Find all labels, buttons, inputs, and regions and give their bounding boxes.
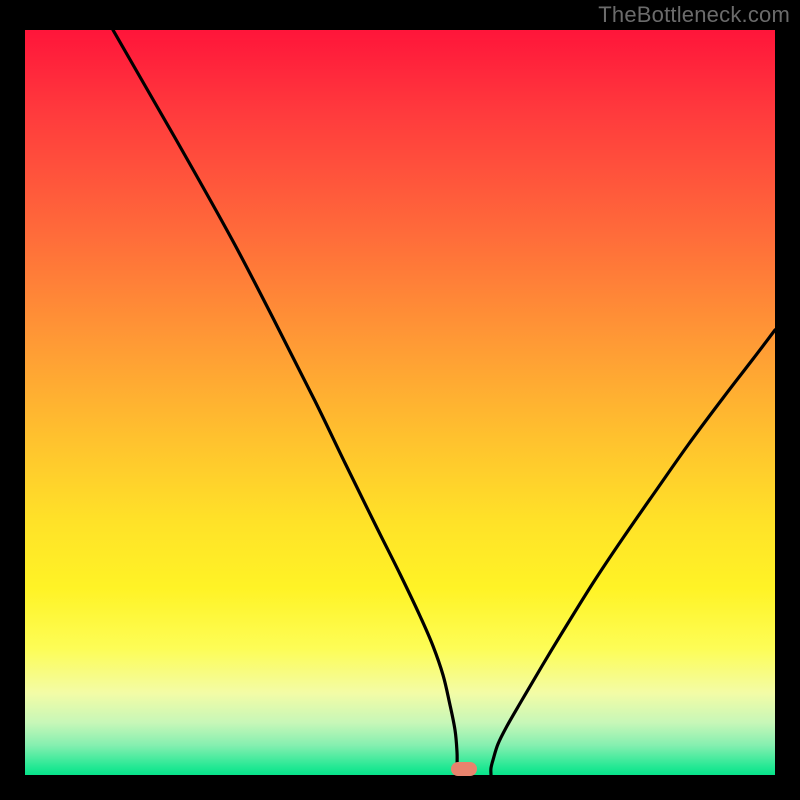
background-gradient <box>25 30 775 775</box>
plot-area <box>25 30 775 775</box>
optimal-marker <box>451 762 477 776</box>
watermark-text: TheBottleneck.com <box>598 2 790 28</box>
chart-frame: TheBottleneck.com <box>0 0 800 800</box>
